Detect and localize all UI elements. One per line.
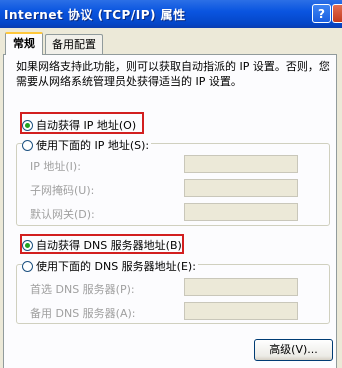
radio-auto-dns-label: 自动获得 DNS 服务器地址(B) (36, 239, 182, 252)
subnet-mask-field[interactable] (184, 179, 298, 197)
preferred-dns-field[interactable] (184, 278, 298, 296)
window-title: Internet 协议 (TCP/IP) 属性 (4, 8, 186, 22)
radio-manual-ip-label: 使用下面的 IP 地址(S): (36, 139, 150, 152)
tab-alternate-config[interactable]: 备用配置 (45, 34, 103, 54)
ip-address-field[interactable] (184, 155, 298, 173)
help-button[interactable]: ? (312, 4, 331, 23)
radio-auto-dns[interactable]: 自动获得 DNS 服务器地址(B) (22, 237, 182, 253)
alternate-dns-label: 备用 DNS 服务器(A): (30, 307, 136, 320)
advanced-button-label: 高级(V)... (269, 343, 318, 356)
tab-alternate-config-label: 备用配置 (52, 38, 96, 51)
tab-general-label: 常规 (13, 37, 35, 50)
tab-general[interactable]: 常规 (5, 32, 43, 55)
ip-address-label: IP 地址(I): (30, 160, 81, 173)
close-button[interactable] (332, 4, 342, 23)
subnet-mask-label: 子网掩码(U): (30, 184, 95, 197)
preferred-dns-label: 首选 DNS 服务器(P): (30, 283, 135, 296)
radio-manual-dns[interactable]: 使用下面的 DNS 服务器地址(E): (22, 258, 198, 274)
default-gateway-field[interactable] (184, 203, 298, 221)
radio-auto-ip[interactable]: 自动获得 IP 地址(O) (22, 117, 136, 133)
radio-checked-icon (22, 120, 33, 131)
radio-unchecked-icon (22, 140, 33, 151)
radio-manual-dns-label: 使用下面的 DNS 服务器地址(E): (36, 260, 196, 273)
help-icon: ? (318, 7, 325, 21)
alternate-dns-field[interactable] (184, 302, 298, 320)
radio-checked-icon (22, 240, 33, 251)
advanced-button[interactable]: 高级(V)... (254, 339, 333, 361)
description-text: 如果网络支持此功能，则可以获取自动指派的 IP 设置。否则，您需要从网络系统管理… (16, 60, 330, 88)
radio-unchecked-icon (22, 261, 33, 272)
default-gateway-label: 默认网关(D): (30, 208, 95, 221)
radio-manual-ip[interactable]: 使用下面的 IP 地址(S): (22, 137, 152, 153)
title-bar: Internet 协议 (TCP/IP) 属性 ? (0, 0, 342, 28)
radio-auto-ip-label: 自动获得 IP 地址(O) (36, 119, 137, 132)
